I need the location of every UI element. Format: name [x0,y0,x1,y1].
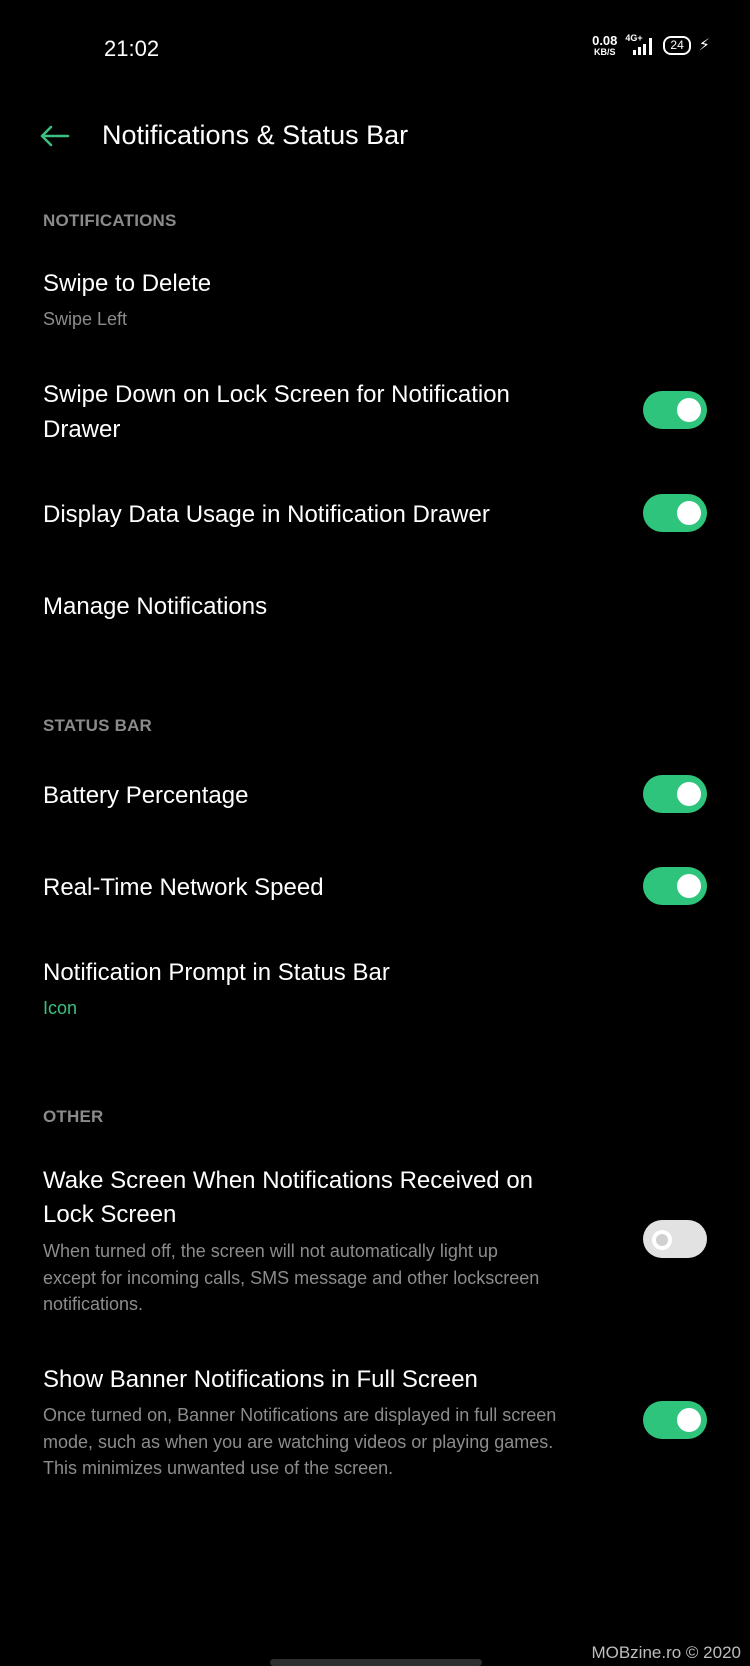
setting-title: Swipe to Delete [43,270,212,297]
setting-description: Once turned on, Banner Notifications are… [43,1402,603,1482]
setting-title-banner-full-screen: Show Banner Notifications in Full Screen [43,1366,478,1393]
bolt-icon: ⚡︎ [698,37,710,54]
toggle-knob [677,782,701,806]
setting-title-network-speed: Real-Time Network Speed [43,874,324,901]
description-line: mode, such as when you are watching vide… [43,1431,554,1452]
back-button[interactable] [36,118,72,154]
setting-description: When turned off, the screen will not aut… [43,1238,603,1318]
toggle-knob [652,1230,672,1250]
setting-title-swipe-down-lock-screen: Swipe Down on Lock Screen for Notificati… [43,381,510,408]
toggle-knob [677,1408,701,1432]
toggle-knob [677,398,701,422]
setting-title-display-data-usage: Display Data Usage in Notification Drawe… [43,501,490,528]
network-speed-unit: KB/S [593,46,616,57]
status-time: 21:02 [104,36,160,61]
toggle-network-speed[interactable] [643,867,707,905]
home-indicator[interactable] [270,1659,482,1666]
toggle-knob [677,874,701,898]
watermark: MOBzine.ro © 2020 [591,1643,741,1662]
description-line: except for incoming calls, SMS message a… [43,1267,540,1288]
signal-icon: 4G+ [625,33,655,57]
toggle-swipe-down-lock-screen[interactable] [643,391,707,429]
setting-value: Swipe Left [43,309,128,329]
network-speed-value: 0.08 [592,32,618,48]
description-line: When turned off, the screen will not aut… [43,1241,498,1261]
setting-title-line2: Lock Screen [43,1201,177,1228]
setting-title-wake-screen: Wake Screen When Notifications Received … [43,1167,534,1194]
setting-value: Icon [43,998,78,1018]
setting-title-line2: Drawer [43,416,121,443]
description-line: notifications. [43,1294,144,1314]
section-header-notifications: NOTIFICATIONS [43,211,177,230]
setting-title-battery-percentage: Battery Percentage [43,782,249,809]
network-type-label: 4G+ [625,33,643,43]
status-icons: 0.08 KB/S 4G+ 24 ⚡︎ [592,33,710,57]
setting-manage-notifications[interactable]: Manage Notifications [43,589,267,624]
battery-level: 24 [670,37,684,52]
page-title: Notifications & Status Bar [102,120,409,150]
toggle-battery-percentage[interactable] [643,775,707,813]
toggle-banner-full-screen[interactable] [643,1401,707,1439]
description-line: This minimizes unwanted use of the scree… [43,1458,394,1478]
battery-icon: 24 [663,35,691,55]
network-speed-indicator: 0.08 KB/S [592,34,617,57]
section-header-other: OTHER [43,1107,104,1126]
toggle-knob [677,501,701,525]
toggle-wake-screen[interactable] [643,1220,707,1258]
description-line: Once turned on, Banner Notifications are… [43,1405,557,1425]
setting-title: Notification Prompt in Status Bar [43,959,390,986]
toggle-display-data-usage[interactable] [643,494,707,532]
arrow-left-icon [40,125,70,147]
section-header-status-bar: STATUS BAR [43,716,153,735]
